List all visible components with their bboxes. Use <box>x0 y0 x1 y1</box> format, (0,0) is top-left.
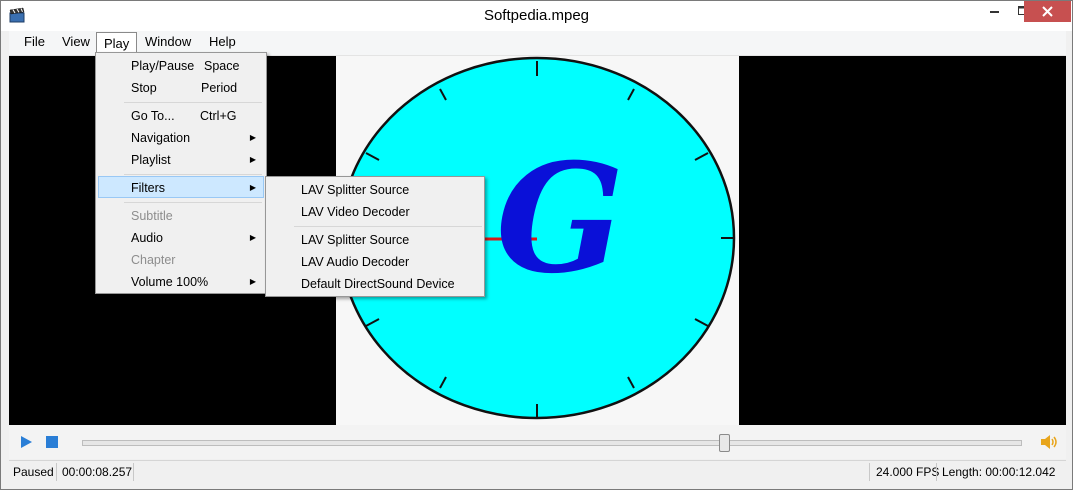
menu-item-label: Stop <box>131 81 157 95</box>
menu-chapter: Chapter <box>98 249 264 271</box>
menu-view[interactable]: View <box>55 31 97 53</box>
menu-item-label: Go To... <box>131 109 175 123</box>
menu-subtitle: Subtitle <box>98 205 264 227</box>
seek-thumb[interactable] <box>719 434 730 452</box>
filter-default-directsound[interactable]: Default DirectSound Device <box>268 273 481 295</box>
status-fps: 24.000 FPS <box>876 465 940 479</box>
menu-audio[interactable]: Audio ▶ <box>98 227 264 249</box>
submenu-arrow-icon: ▶ <box>249 183 256 192</box>
menu-item-shortcut: Ctrl+G <box>200 109 237 123</box>
status-separator <box>133 463 134 481</box>
filters-submenu: LAV Splitter Source LAV Video Decoder LA… <box>265 176 485 297</box>
submenu-arrow-icon: ▶ <box>249 233 256 242</box>
play-button[interactable] <box>19 435 33 449</box>
stop-button[interactable] <box>45 435 59 449</box>
menu-separator <box>294 226 482 227</box>
title-bar[interactable]: Softpedia.mpeg <box>1 1 1072 31</box>
stop-icon <box>46 436 58 448</box>
status-length: Length: 00:00:12.042 <box>942 465 1056 479</box>
menu-item-shortcut: Period <box>201 81 238 95</box>
menu-go-to[interactable]: Go To... Ctrl+G <box>98 105 264 127</box>
speaker-icon <box>1041 435 1057 449</box>
menu-item-shortcut: Space <box>204 59 240 73</box>
menu-item-label: Playlist <box>131 153 171 167</box>
seek-bar[interactable] <box>82 434 1022 452</box>
filter-lav-splitter-source-audio[interactable]: LAV Splitter Source <box>268 229 481 251</box>
menu-item-label: Subtitle <box>131 209 173 223</box>
menu-separator <box>124 174 262 175</box>
menu-item-label: Volume 100% <box>131 275 209 289</box>
filter-lav-video-decoder[interactable]: LAV Video Decoder <box>268 201 481 223</box>
submenu-arrow-icon: ▶ <box>249 133 256 142</box>
menu-item-label: Audio <box>131 231 163 245</box>
menu-volume[interactable]: Volume 100% ▶ <box>98 271 264 293</box>
play-menu: Play/Pause Space Stop Period Go To... Ct… <box>95 52 267 294</box>
status-separator <box>869 463 870 481</box>
menu-window[interactable]: Window <box>138 31 198 53</box>
menu-play-pause[interactable]: Play/Pause Space <box>98 55 264 77</box>
menu-stop[interactable]: Stop Period <box>98 77 264 99</box>
status-separator <box>936 463 937 481</box>
status-state: Paused <box>13 465 54 479</box>
menu-item-label: LAV Video Decoder <box>301 205 410 219</box>
play-icon <box>21 436 32 448</box>
menu-item-label: Filters <box>131 181 166 195</box>
submenu-arrow-icon: ▶ <box>249 155 256 164</box>
menu-file[interactable]: File <box>17 31 52 53</box>
status-separator <box>56 463 57 481</box>
menu-item-label: LAV Splitter Source <box>301 233 410 247</box>
submenu-arrow-icon: ▶ <box>249 277 256 286</box>
menu-item-label: Default DirectSound Device <box>301 277 455 291</box>
playback-controls <box>9 425 1066 459</box>
close-icon <box>1042 6 1053 17</box>
menu-item-label: LAV Audio Decoder <box>301 255 410 269</box>
menu-navigation[interactable]: Navigation ▶ <box>98 127 264 149</box>
menu-separator <box>124 202 262 203</box>
menu-item-label: Play/Pause <box>131 59 195 73</box>
close-button[interactable] <box>1024 1 1071 22</box>
menu-item-label: Navigation <box>131 131 191 145</box>
filter-lav-audio-decoder[interactable]: LAV Audio Decoder <box>268 251 481 273</box>
volume-button[interactable] <box>1039 433 1059 451</box>
menu-filters[interactable]: Filters ▶ <box>98 176 264 198</box>
menu-item-label: Chapter <box>131 253 176 267</box>
status-position: 00:00:08.257 <box>62 465 133 479</box>
menu-help[interactable]: Help <box>202 31 243 53</box>
status-bar: Paused 00:00:08.257 24.000 FPS Length: 0… <box>9 460 1066 484</box>
letter-g: G <box>496 131 624 307</box>
filter-lav-splitter-source[interactable]: LAV Splitter Source <box>268 179 481 201</box>
menu-item-label: LAV Splitter Source <box>301 183 410 197</box>
menu-playlist[interactable]: Playlist ▶ <box>98 149 264 171</box>
window-title: Softpedia.mpeg <box>483 7 590 24</box>
menu-separator <box>124 102 262 103</box>
